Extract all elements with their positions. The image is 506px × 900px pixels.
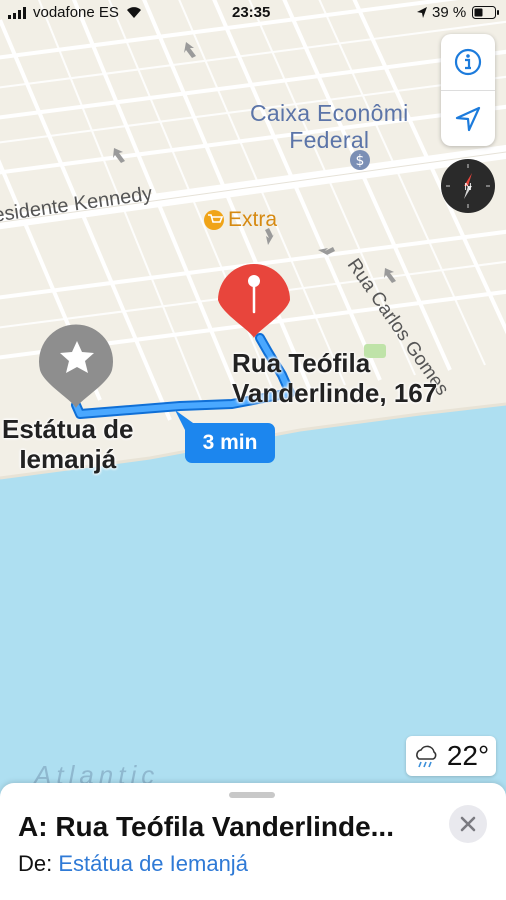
directions-sheet[interactable]: A: Rua Teófila Vanderlinde... De: Estátu…	[0, 783, 506, 900]
destination-title: A: Rua Teófila Vanderlinde...	[18, 811, 394, 842]
destination-line2: Vanderlinde, 167	[232, 378, 438, 408]
origin-prefix: De:	[18, 851, 59, 876]
poi-bank-line2: Federal	[289, 127, 370, 153]
weather-temperature: 22°	[446, 740, 490, 771]
map-controls	[441, 34, 495, 146]
status-bar: vodafone ES 23:35 39 %	[0, 0, 506, 26]
location-services-icon	[417, 7, 427, 18]
rain-cloud-icon	[415, 745, 437, 768]
poi-bank-line1: Caixa Econômi	[250, 100, 409, 126]
origin-line2: Iemanjá	[19, 444, 117, 474]
compass-button[interactable]: N	[441, 159, 495, 213]
battery-icon	[472, 6, 499, 19]
origin-line: De: Estátua de Iemanjá	[18, 851, 248, 877]
compass-icon: N	[446, 164, 490, 208]
origin-label[interactable]: Estátua de Iemanjá	[2, 414, 134, 474]
origin-line1: Estátua de	[2, 414, 134, 444]
info-icon	[454, 48, 482, 76]
clock: 23:35	[232, 4, 271, 21]
info-button[interactable]	[441, 34, 495, 90]
signal-icon	[8, 7, 26, 19]
poi-bank-label[interactable]: Caixa Econômi Federal	[250, 100, 409, 154]
sheet-grabber[interactable]	[229, 792, 275, 798]
origin-link[interactable]: Estátua de Iemanjá	[58, 851, 248, 876]
destination-line1: Rua Teófila	[232, 348, 371, 378]
compass-n-mark: N	[464, 182, 471, 193]
location-arrow-icon	[455, 106, 481, 132]
svg-text:$: $	[356, 153, 365, 169]
wifi-icon	[127, 7, 141, 18]
close-icon	[460, 816, 476, 832]
close-button[interactable]	[449, 805, 487, 843]
route-time-badge[interactable]: 3 min	[185, 423, 275, 463]
destination-label[interactable]: Rua Teófila Vanderlinde, 167	[232, 348, 437, 408]
carrier-name: vodafone ES	[33, 4, 119, 21]
battery-percent: 39 %	[432, 4, 467, 21]
locate-me-button[interactable]	[441, 91, 495, 147]
weather-badge: 22°	[406, 736, 496, 776]
poi-extra-label[interactable]: Extra	[228, 208, 277, 232]
